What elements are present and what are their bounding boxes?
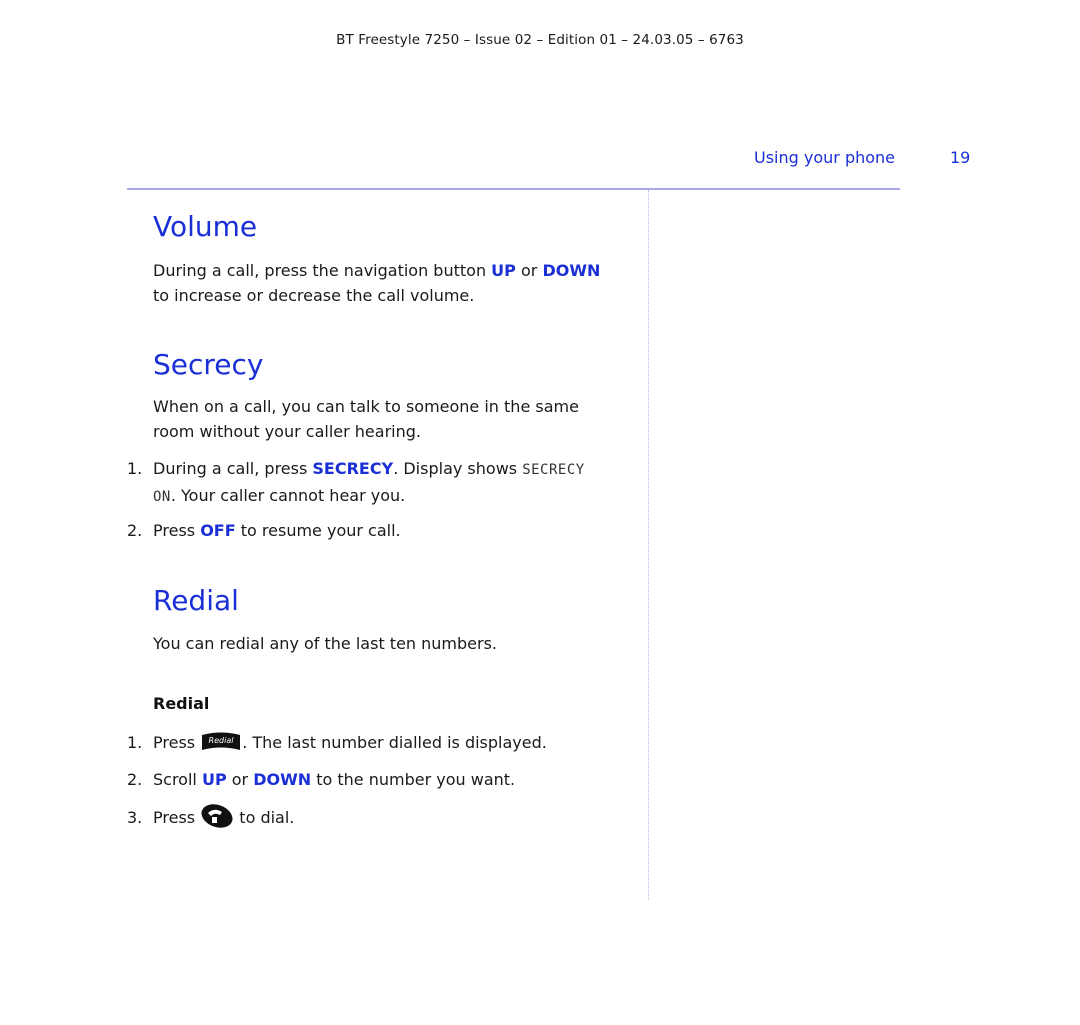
redial-key-label: Redial <box>209 736 235 745</box>
redial-key-icon: Redial <box>202 732 241 750</box>
step-text: Press <box>153 808 201 827</box>
secrecy-heading: Secrecy <box>153 348 264 381</box>
secrecy-step-1: 1. During a call, press SECRECY. Display … <box>127 456 627 510</box>
keyword-secrecy: SECRECY <box>312 459 394 478</box>
step-number: 1. <box>127 459 143 478</box>
step-text: . The last number dialled is displayed. <box>242 733 547 752</box>
display-text-on: ON <box>153 489 171 505</box>
redial-step-3: 3. Press to dial. <box>127 804 627 830</box>
step-text: to dial. <box>234 808 295 827</box>
step-number: 1. <box>127 733 143 752</box>
volume-heading: Volume <box>153 210 258 243</box>
step-text: Press <box>153 733 201 752</box>
step-number: 2. <box>127 770 143 789</box>
secrecy-step-2: 2. Press OFF to resume your call. <box>127 518 627 543</box>
secrecy-intro-line1: When on a call, you can talk to someone … <box>153 397 579 416</box>
display-text-secrecy: SECRECY <box>522 462 585 478</box>
page-number: 19 <box>950 148 971 167</box>
header-rule <box>127 188 900 190</box>
volume-text-or: or <box>515 261 543 280</box>
secrecy-intro: When on a call, you can talk to someone … <box>153 394 633 444</box>
volume-paragraph: During a call, press the navigation butt… <box>153 258 633 308</box>
step-text: . Your caller cannot hear you. <box>170 486 406 505</box>
secrecy-intro-line2: room without your caller hearing. <box>153 422 421 441</box>
keyword-up: UP <box>491 261 516 280</box>
volume-text-1: During a call, press the navigation butt… <box>153 261 492 280</box>
step-text: . Display shows <box>393 459 523 478</box>
section-title: Using your phone <box>754 148 896 167</box>
step-text: Press <box>153 521 201 540</box>
keyword-down: DOWN <box>253 770 312 789</box>
keyword-up: UP <box>201 770 227 789</box>
step-text: During a call, press <box>153 459 313 478</box>
step-text: Scroll <box>153 770 202 789</box>
redial-step-1: 1. Press Redial . The last number dialled … <box>127 730 627 755</box>
keyword-down: DOWN <box>542 261 601 280</box>
redial-step-2: 2. Scroll UP or DOWN to the number you wa… <box>127 767 627 792</box>
step-text: to the number you want. <box>311 770 516 789</box>
redial-intro: You can redial any of the last ten numbe… <box>153 634 498 653</box>
document-info-header: BT Freestyle 7250 – Issue 02 – Edition 0… <box>336 32 744 48</box>
redial-subheading: Redial <box>153 694 210 713</box>
redial-heading: Redial <box>153 584 239 617</box>
column-divider <box>648 190 649 900</box>
step-text: or <box>226 770 254 789</box>
volume-text-2: to increase or decrease the call volume. <box>153 286 475 305</box>
step-number: 2. <box>127 521 143 540</box>
step-text: to resume your call. <box>235 521 401 540</box>
step-number: 3. <box>127 808 143 827</box>
talk-key-icon <box>201 804 233 828</box>
keyword-off: OFF <box>200 521 236 540</box>
